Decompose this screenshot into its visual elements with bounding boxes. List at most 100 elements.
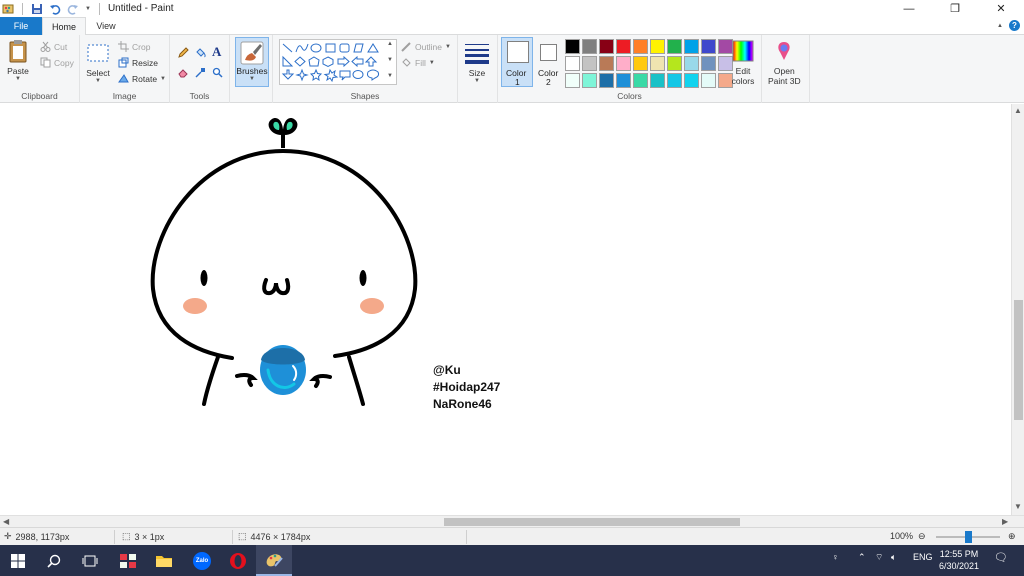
zoom-slider-thumb[interactable]	[965, 531, 972, 543]
horizontal-scrollbar[interactable]: ◀ ▶	[0, 515, 1024, 527]
tools-group-label: Tools	[189, 91, 210, 101]
palette-swatch[interactable]	[582, 73, 597, 88]
scroll-down-icon[interactable]: ▼	[1014, 502, 1022, 511]
palette-swatch[interactable]	[667, 39, 682, 54]
search-button[interactable]	[36, 545, 72, 576]
palette-swatch[interactable]	[667, 56, 682, 71]
fill-button[interactable]: Fill ▼	[401, 57, 435, 68]
minimize-button[interactable]: —	[886, 0, 932, 17]
chevron-up-icon[interactable]: ▲	[997, 23, 1003, 29]
cut-button[interactable]: Cut	[40, 41, 67, 52]
notifications-icon[interactable]: 🗨︎	[994, 551, 1008, 564]
edit-colors-button[interactable]: Edit colors	[731, 39, 755, 86]
close-button[interactable]: ✕	[978, 0, 1024, 17]
palette-swatch[interactable]	[633, 73, 648, 88]
rotate-button[interactable]: Rotate ▼	[118, 73, 166, 84]
help-icon[interactable]: ?	[1009, 20, 1020, 31]
palette-swatch[interactable]	[684, 39, 699, 54]
show-hidden-icons-chevron[interactable]: ⌃	[858, 552, 866, 563]
brushes-button[interactable]: Brushes ▼	[235, 37, 269, 87]
taskbar-app-paint[interactable]	[256, 545, 292, 576]
chevron-down-icon: ▼	[249, 76, 255, 82]
palette-swatch[interactable]	[650, 39, 665, 54]
palette-swatch[interactable]	[582, 56, 597, 71]
start-button[interactable]	[0, 545, 36, 576]
system-clock[interactable]: 12:55 PM 6/30/2021	[939, 548, 979, 572]
chevron-up-icon[interactable]: ▲	[387, 41, 393, 47]
palette-swatch[interactable]	[599, 73, 614, 88]
ribbon: Paste ▼ Cut Copy Clipboard Select ▼ Crop…	[0, 35, 1024, 103]
taskbar: Zalo ♀ ⌃ ⌔ 🔈︎ ENG 12:55 PM 6/30/2021 🗨︎	[0, 545, 1024, 576]
window-controls: — ❐ ✕	[886, 0, 1024, 17]
taskbar-app-file-explorer[interactable]	[146, 545, 182, 576]
paste-button[interactable]: Paste ▼	[6, 39, 30, 82]
palette-swatch[interactable]	[701, 56, 716, 71]
customize-quick-access-icon[interactable]: ▼	[85, 6, 91, 12]
crop-button[interactable]: Crop	[118, 41, 150, 52]
palette-swatch[interactable]	[633, 56, 648, 71]
taskbar-app-opera[interactable]	[220, 545, 256, 576]
zoom-in-icon[interactable]: ⊕	[1008, 531, 1016, 542]
taskbar-app-photos[interactable]	[110, 545, 146, 576]
canvas-size-value: 4476 × 1784px	[250, 531, 311, 542]
palette-swatch[interactable]	[701, 39, 716, 54]
select-button[interactable]: Select ▼	[86, 41, 110, 84]
scroll-left-icon[interactable]: ◀	[3, 517, 9, 526]
zoom-out-icon[interactable]: ⊖	[918, 531, 926, 542]
undo-icon[interactable]	[49, 3, 61, 15]
people-icon[interactable]: ♀	[832, 552, 839, 562]
save-icon[interactable]	[31, 3, 43, 15]
palette-swatch[interactable]	[684, 56, 699, 71]
tab-home[interactable]: Home	[42, 17, 86, 36]
drawing-canvas[interactable]: @Ku #Hoidap247 NaRone46	[0, 104, 1011, 515]
palette-swatch[interactable]	[565, 39, 580, 54]
scroll-up-icon[interactable]: ▲	[1014, 106, 1022, 115]
palette-swatch[interactable]	[599, 39, 614, 54]
palette-swatch[interactable]	[616, 39, 631, 54]
eraser-icon[interactable]	[178, 67, 189, 78]
scroll-right-icon[interactable]: ▶	[1002, 517, 1008, 526]
resize-button[interactable]: Resize	[118, 57, 158, 68]
selection-rectangle-icon	[87, 44, 109, 62]
palette-swatch[interactable]	[616, 73, 631, 88]
wifi-icon[interactable]: ⌔	[875, 552, 883, 563]
palette-swatch[interactable]	[565, 73, 580, 88]
title-bar: ▼ Untitled - Paint — ❐ ✕	[0, 0, 1024, 17]
input-language[interactable]: ENG	[913, 552, 933, 562]
redo-icon[interactable]	[67, 3, 79, 15]
fill-bucket-icon[interactable]	[195, 47, 206, 58]
copy-button[interactable]: Copy	[40, 57, 74, 68]
palette-swatch[interactable]	[701, 73, 716, 88]
text-tool-icon[interactable]: A	[212, 44, 221, 60]
palette-swatch[interactable]	[633, 39, 648, 54]
shapes-gallery[interactable]	[279, 39, 397, 85]
task-view-button[interactable]	[72, 545, 108, 576]
tab-view[interactable]: View	[90, 17, 122, 35]
magnifier-icon[interactable]	[212, 67, 223, 78]
restore-button[interactable]: ❐	[932, 0, 978, 17]
palette-swatch[interactable]	[650, 56, 665, 71]
horizontal-scroll-thumb[interactable]	[444, 518, 740, 526]
color-picker-icon[interactable]	[195, 67, 206, 78]
palette-swatch[interactable]	[599, 56, 614, 71]
chevron-down-icon[interactable]: ▼	[387, 57, 393, 63]
tab-file[interactable]: File	[0, 17, 42, 35]
palette-swatch[interactable]	[616, 56, 631, 71]
vertical-scrollbar[interactable]: ▲ ▼	[1011, 104, 1024, 515]
pencil-icon[interactable]	[178, 47, 189, 58]
palette-swatch[interactable]	[582, 39, 597, 54]
palette-swatch[interactable]	[565, 56, 580, 71]
open-paint-3d-button[interactable]: Open Paint 3D	[768, 39, 801, 86]
palette-swatch[interactable]	[684, 73, 699, 88]
taskbar-app-zalo[interactable]: Zalo	[184, 545, 220, 576]
volume-icon[interactable]: 🔈︎	[891, 552, 896, 563]
palette-swatch[interactable]	[650, 73, 665, 88]
expand-gallery-icon[interactable]: ▼	[387, 73, 393, 79]
palette-swatch[interactable]	[667, 73, 682, 88]
paint-app-icon[interactable]	[2, 3, 14, 15]
ribbon-help-area: ▲ ?	[997, 20, 1020, 31]
outline-button[interactable]: Outline ▼	[401, 41, 451, 52]
copy-label: Copy	[54, 57, 74, 68]
size-button[interactable]: Size ▼	[463, 41, 491, 84]
vertical-scroll-thumb[interactable]	[1014, 300, 1023, 420]
